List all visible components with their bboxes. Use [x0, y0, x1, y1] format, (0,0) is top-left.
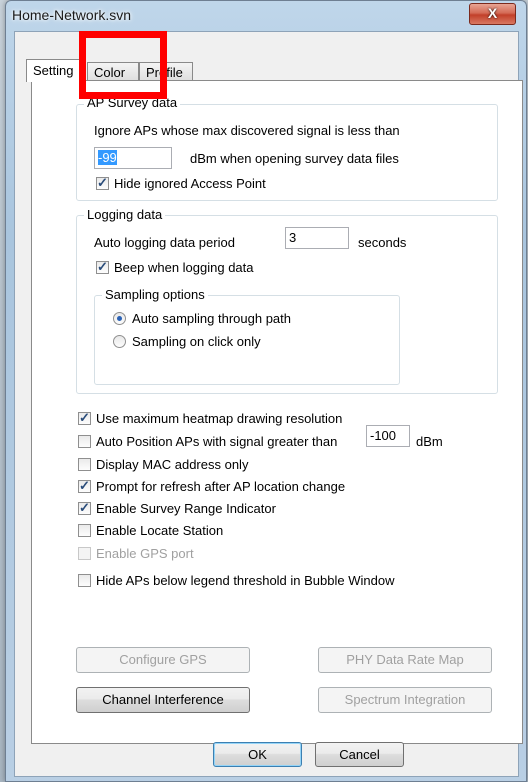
channel-interference-button[interactable]: Channel Interference [76, 687, 250, 713]
spectrum-integration-button: Spectrum Integration [318, 687, 492, 713]
hide-ignored-checkbox[interactable] [96, 175, 109, 191]
beep-checkbox[interactable] [96, 259, 109, 275]
prompt-refresh-checkbox[interactable] [78, 478, 91, 494]
auto-position-label: Auto Position APs with signal greater th… [96, 434, 338, 449]
max-heatmap-checkbox[interactable] [78, 410, 91, 426]
window-title: Home-Network.svn [12, 7, 132, 23]
max-heatmap-label: Use maximum heatmap drawing resolution [96, 411, 343, 426]
auto-position-checkbox[interactable] [78, 435, 91, 448]
title-bar[interactable]: Home-Network.svn X [6, 1, 526, 35]
click-sampling-label: Sampling on click only [132, 334, 261, 349]
dialog-window: Home-Network.svn X Setting Color Profile… [5, 0, 527, 782]
ok-button[interactable]: OK [213, 742, 302, 767]
cancel-button[interactable]: Cancel [315, 742, 404, 767]
seconds-label: seconds [358, 235, 407, 250]
prompt-refresh-label: Prompt for refresh after AP location cha… [96, 479, 346, 494]
locate-station-label: Enable Locate Station [96, 523, 224, 538]
logging-period-input[interactable]: 3 [285, 227, 349, 249]
close-button[interactable]: X [469, 3, 516, 25]
hide-ignored-label: Hide ignored Access Point [114, 176, 266, 191]
ignore-aps-label: Ignore APs whose max discovered signal i… [94, 123, 400, 138]
survey-range-label: Enable Survey Range Indicator [96, 501, 276, 516]
dialog-client-area: Setting Color Profile AP Survey data Ign… [14, 31, 523, 777]
dbm-survey-label: dBm when opening survey data files [190, 151, 399, 166]
click-sampling-radio[interactable] [113, 335, 126, 348]
gps-port-label: Enable GPS port [96, 546, 194, 561]
auto-position-unit: dBm [416, 434, 443, 449]
phy-rate-map-button: PHY Data Rate Map [318, 647, 492, 673]
close-icon: X [487, 5, 498, 21]
gps-port-checkbox [78, 547, 91, 560]
survey-range-checkbox[interactable] [78, 500, 91, 516]
sampling-legend: Sampling options [102, 287, 208, 302]
setting-tab-panel: AP Survey data Ignore APs whose max disc… [31, 80, 523, 744]
logging-legend: Logging data [84, 207, 166, 222]
configure-gps-button: Configure GPS [76, 647, 250, 673]
tab-setting[interactable]: Setting [26, 59, 86, 82]
display-mac-label: Display MAC address only [96, 457, 249, 472]
beep-label: Beep when logging data [114, 260, 254, 275]
auto-position-input[interactable]: -100 [366, 425, 410, 447]
logging-period-label: Auto logging data period [94, 235, 235, 250]
hide-below-checkbox[interactable] [78, 574, 91, 587]
auto-sampling-label: Auto sampling through path [132, 311, 291, 326]
highlight-box [79, 31, 167, 99]
locate-station-checkbox[interactable] [78, 524, 91, 537]
hide-below-label: Hide APs below legend threshold in Bubbl… [96, 573, 395, 588]
auto-sampling-radio[interactable] [113, 312, 126, 325]
signal-threshold-input[interactable]: -99 [94, 147, 172, 169]
display-mac-checkbox[interactable] [78, 458, 91, 471]
